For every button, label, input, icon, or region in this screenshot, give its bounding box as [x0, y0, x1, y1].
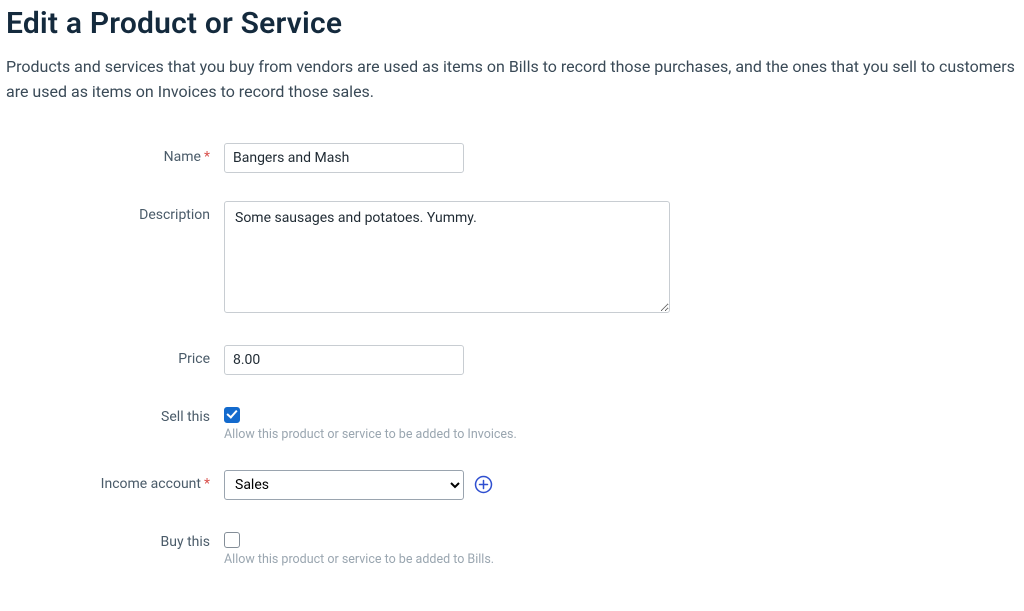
label-income-account: Income account* — [10, 470, 224, 492]
label-price-text: Price — [178, 351, 210, 367]
page-title: Edit a Product or Service — [6, 6, 1018, 41]
sell-this-checkbox[interactable] — [224, 407, 240, 423]
row-name: Name* — [10, 143, 1018, 173]
label-price: Price — [10, 345, 224, 367]
row-description: Description Some sausages and potatoes. … — [10, 201, 1018, 317]
buy-this-checkbox[interactable] — [224, 532, 240, 548]
row-price: Price — [10, 345, 1018, 375]
required-mark: * — [204, 476, 210, 492]
price-input[interactable] — [224, 345, 464, 375]
income-account-select[interactable]: Sales — [224, 470, 464, 500]
buy-this-helper: Allow this product or service to be adde… — [224, 552, 494, 567]
add-account-button[interactable] — [472, 474, 494, 496]
row-sell-this: Sell this Allow this product or service … — [10, 403, 1018, 442]
label-income-account-text: Income account — [101, 476, 201, 492]
label-name-text: Name — [164, 149, 201, 165]
description-textarea[interactable]: Some sausages and potatoes. Yummy. — [224, 201, 670, 313]
label-buy-this-text: Buy this — [161, 534, 210, 550]
label-description-text: Description — [139, 207, 210, 223]
name-input[interactable] — [224, 143, 464, 173]
label-description: Description — [10, 201, 224, 223]
label-name: Name* — [10, 143, 224, 165]
page-description: Products and services that you buy from … — [6, 55, 1018, 105]
label-sell-this-text: Sell this — [161, 409, 210, 425]
row-income-account: Income account* Sales — [10, 470, 1018, 500]
plus-circle-icon — [474, 475, 493, 494]
label-buy-this: Buy this — [10, 528, 224, 550]
sell-this-helper: Allow this product or service to be adde… — [224, 427, 517, 442]
label-sell-this: Sell this — [10, 403, 224, 425]
product-form: Name* Description Some sausages and pota… — [6, 143, 1018, 567]
row-buy-this: Buy this Allow this product or service t… — [10, 528, 1018, 567]
required-mark: * — [204, 149, 210, 165]
